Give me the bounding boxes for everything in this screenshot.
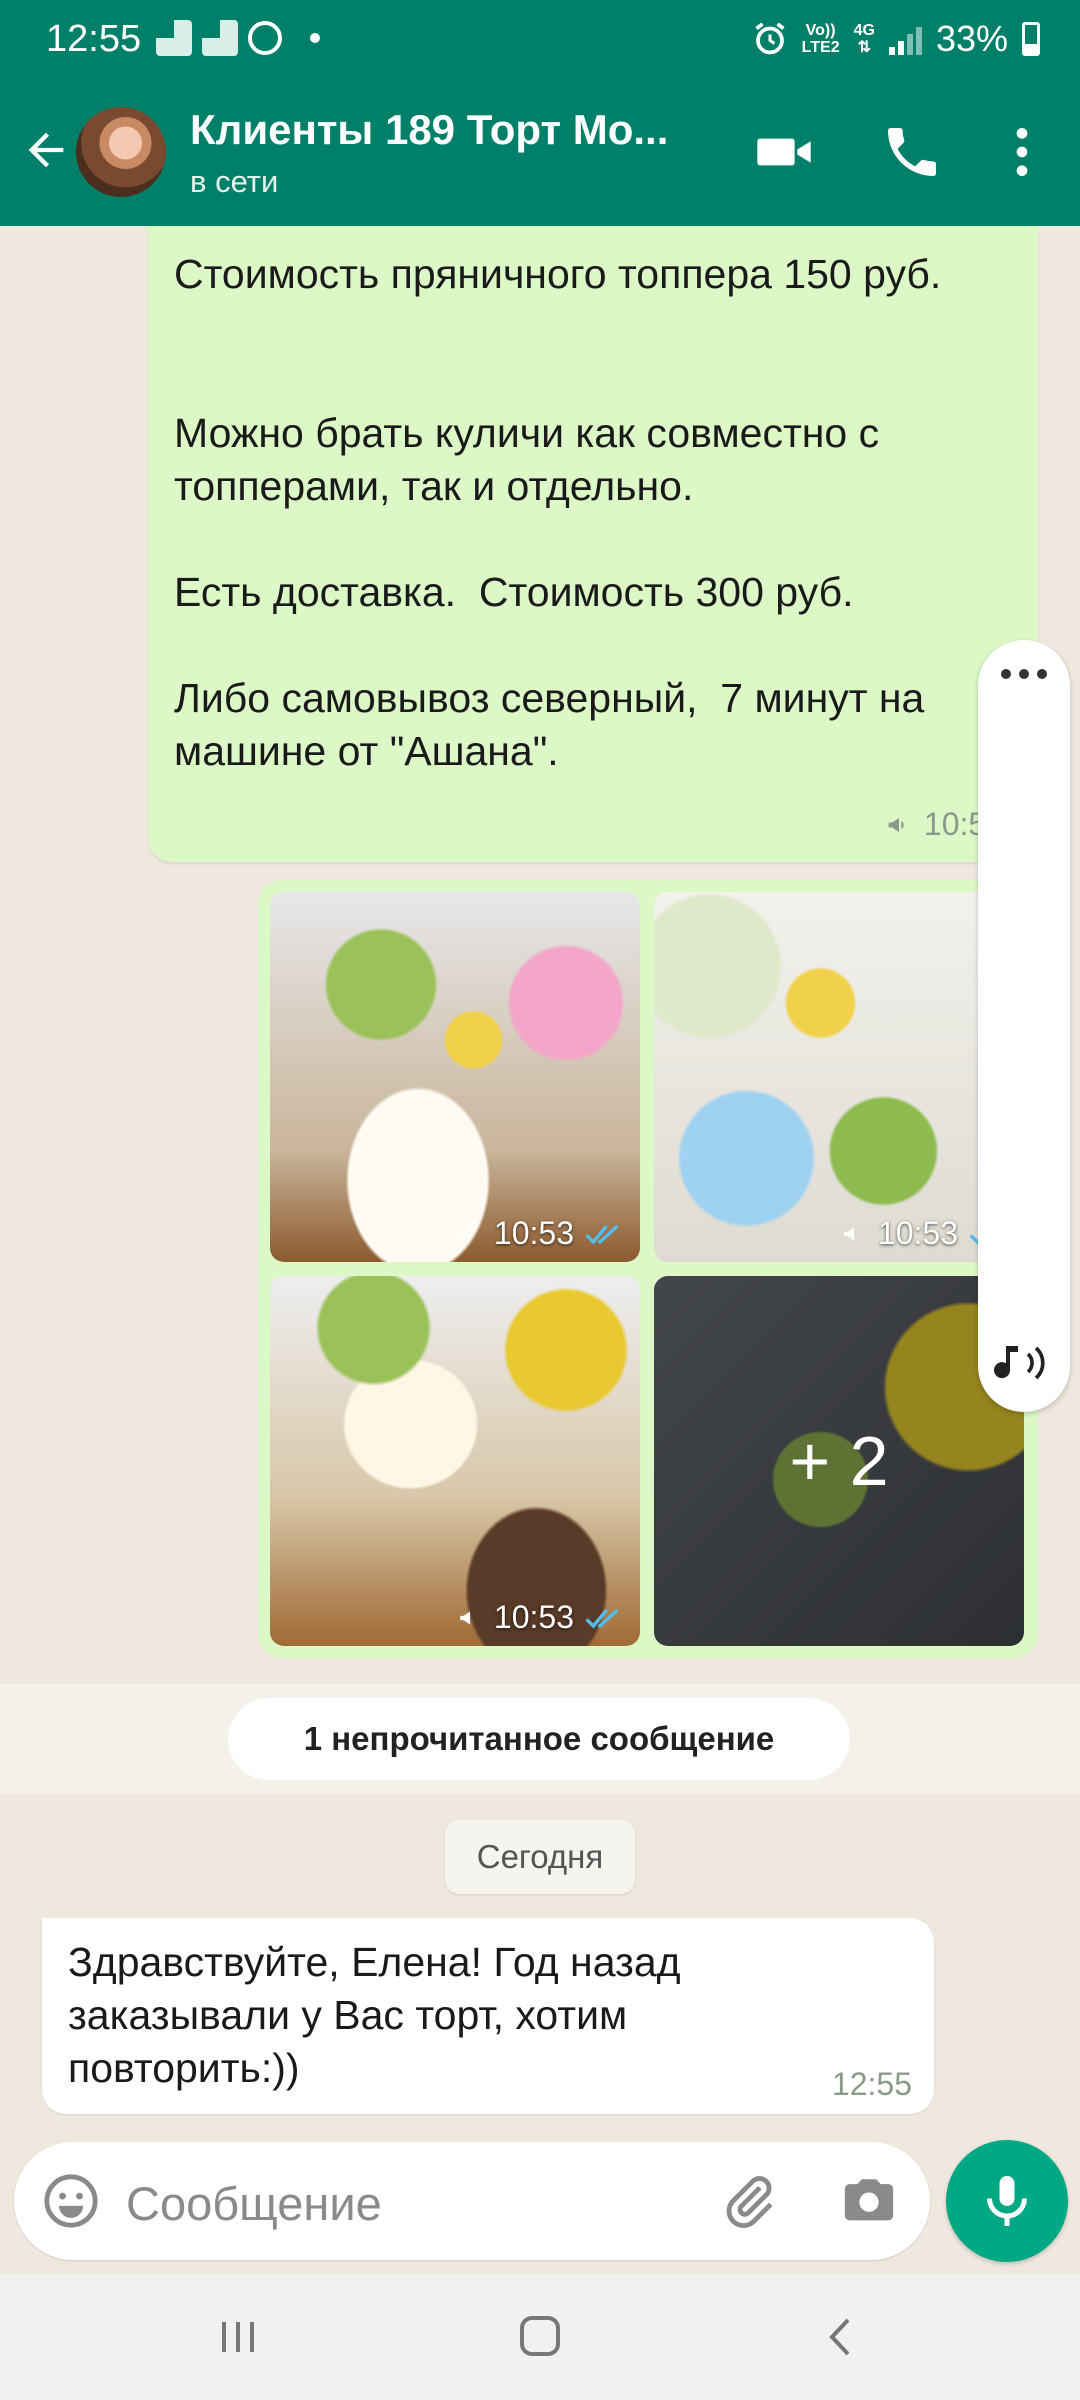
photo-thumbnail-more[interactable]: + 2 [654, 1276, 1024, 1646]
notification-icons [156, 20, 320, 56]
outgoing-message[interactable]: Стоимость пряничного топпера 150 руб. Мо… [148, 226, 1038, 862]
system-nav-bar [0, 2274, 1080, 2400]
status-bar: 12:55 Vo)) LTE2 4G ⇅ 33% [0, 0, 1080, 80]
back-arrow-icon[interactable] [20, 124, 72, 176]
more-options-icon[interactable] [990, 120, 1054, 184]
megaphone-icon [844, 1227, 854, 1240]
microphone-icon [987, 2176, 1027, 2226]
chat-title[interactable]: Клиенты 189 Торт Мо... [190, 106, 668, 154]
chat-header: Клиенты 189 Торт Мо... в сети [0, 80, 1080, 226]
photo-meta: 10:53 [456, 1215, 624, 1252]
read-ticks-icon [585, 1224, 619, 1244]
status-time: 12:55 [46, 18, 142, 60]
photo-time: 10:53 [493, 1215, 574, 1251]
video-call-icon[interactable] [752, 120, 816, 184]
message-text: Здравствуйте, Елена! Год назад заказывал… [68, 1939, 692, 2091]
more-notifications-dot-icon [310, 33, 320, 43]
gallery-notification-icon [156, 20, 192, 56]
photo-time: 10:53 [493, 1599, 574, 1635]
media-group-message[interactable]: 10:53 10:53 10:53 + 2 [258, 880, 1038, 1658]
side-action-panel[interactable] [978, 640, 1070, 1412]
composer-bar: Сообщение [0, 2136, 1080, 2274]
gallery-notification-icon-2 [202, 20, 238, 56]
recent-apps-icon[interactable] [208, 2312, 268, 2362]
avatar[interactable] [76, 107, 166, 197]
volte-indicator: Vo)) LTE2 [801, 22, 840, 56]
unread-count-label: 1 непрочитанное сообщение [228, 1698, 850, 1780]
message-placeholder: Сообщение [126, 2177, 382, 2230]
whatsapp-notification-icon [248, 21, 282, 55]
message-time: 12:55 [831, 2066, 912, 2102]
megaphone-icon [460, 1611, 470, 1624]
camera-icon[interactable] [840, 2172, 898, 2230]
photo-meta: 10:53 [456, 1599, 624, 1636]
chat-status: в сети [190, 164, 279, 199]
audio-playback-icon[interactable] [994, 1338, 1054, 1388]
battery-icon [1022, 22, 1040, 56]
photo-time: 10:53 [877, 1215, 958, 1251]
alarm-icon [755, 22, 785, 55]
chat-area[interactable]: Стоимость пряничного топпера 150 руб. Мо… [0, 226, 1080, 2136]
voice-call-icon[interactable] [880, 120, 944, 184]
back-nav-icon[interactable] [812, 2312, 872, 2362]
battery-percent: 33% [935, 18, 1008, 59]
emoji-icon[interactable] [42, 2172, 100, 2230]
more-photos-count: + 2 [654, 1276, 1024, 1646]
voice-record-button[interactable] [946, 2140, 1068, 2262]
megaphone-icon [460, 1227, 470, 1240]
message-text: Стоимость пряничного топпера 150 руб. Мо… [174, 251, 942, 774]
unread-banner: 1 непрочитанное сообщение [0, 1684, 1080, 1794]
photo-thumbnail[interactable]: 10:53 [270, 892, 640, 1262]
photo-thumbnail[interactable]: 10:53 [270, 1276, 640, 1646]
home-icon[interactable] [510, 2312, 570, 2362]
status-right-icons: Vo)) LTE2 4G ⇅ 33% [752, 18, 1040, 60]
more-horizontal-icon[interactable] [998, 666, 1050, 682]
signal-icon [888, 23, 922, 55]
megaphone-icon [888, 817, 904, 832]
network-type: 4G ⇅ [853, 22, 875, 56]
attach-icon[interactable] [720, 2172, 778, 2230]
read-ticks-icon [585, 1608, 619, 1628]
photo-thumbnail[interactable]: 10:53 [654, 892, 1024, 1262]
date-divider: Сегодня [445, 1820, 635, 1894]
message-input[interactable]: Сообщение [14, 2142, 930, 2260]
incoming-message[interactable]: Здравствуйте, Елена! Год назад заказывал… [42, 1918, 934, 2114]
